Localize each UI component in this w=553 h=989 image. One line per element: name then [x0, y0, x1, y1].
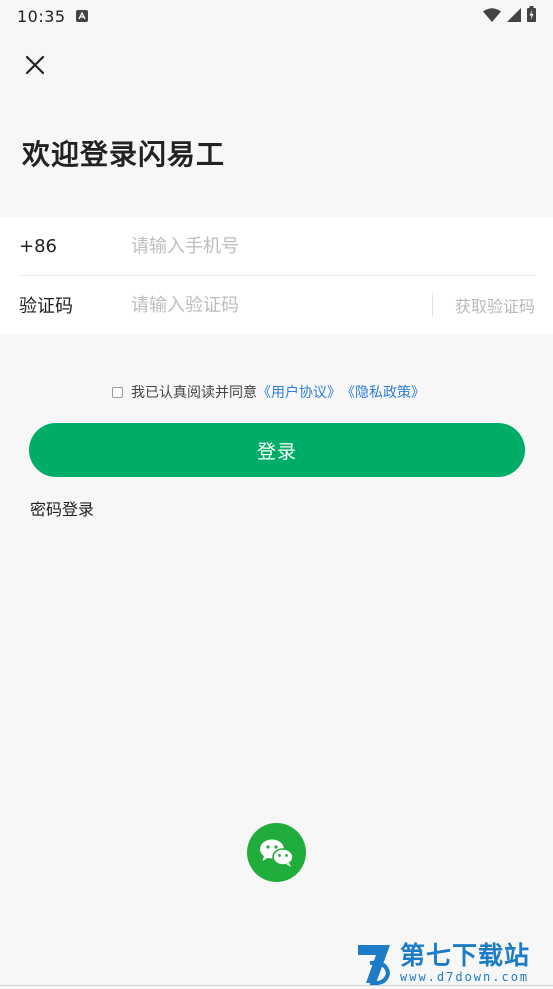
- status-bar: 10:35: [0, 0, 553, 32]
- wechat-icon: [259, 839, 294, 867]
- code-label: 验证码: [19, 296, 73, 317]
- bottom-divider: [0, 985, 553, 986]
- status-left: 10:35: [17, 7, 88, 26]
- close-icon: [25, 55, 45, 75]
- get-code-button[interactable]: 获取验证码: [455, 293, 535, 317]
- signal-icon: [507, 7, 521, 26]
- agreement-text: 我已认真阅读并同意: [131, 385, 257, 401]
- code-divider: [431, 293, 433, 317]
- code-row: 验证码 获取验证码: [19, 276, 535, 334]
- login-form: +86 验证码 获取验证码: [0, 217, 553, 334]
- wifi-icon: [483, 7, 501, 26]
- agreement-checkbox[interactable]: [112, 386, 123, 398]
- status-time: 10:35: [17, 6, 66, 26]
- phone-input[interactable]: [131, 235, 535, 257]
- phone-row: +86: [19, 217, 535, 276]
- status-right: [483, 6, 536, 26]
- watermark-name: 第七下载站: [400, 941, 531, 970]
- wechat-login-button[interactable]: [247, 823, 306, 882]
- code-input[interactable]: [131, 294, 432, 316]
- watermark: 第七下载站 www.d7down.com: [356, 938, 551, 988]
- password-login-link[interactable]: 密码登录: [30, 496, 94, 520]
- agreement-row: 我已认真阅读并同意 《用户协议》 《隐私政策》: [112, 382, 425, 402]
- close-button[interactable]: [20, 50, 50, 80]
- privacy-policy-link[interactable]: 《隐私政策》: [341, 382, 425, 402]
- watermark-url: www.d7down.com: [400, 970, 530, 984]
- d7-logo-icon: [358, 945, 391, 986]
- login-button[interactable]: 登录: [29, 423, 525, 477]
- battery-charging-icon: [527, 6, 536, 26]
- page-title: 欢迎登录闪易工: [22, 138, 226, 171]
- a-badge-icon: [75, 10, 88, 22]
- user-agreement-link[interactable]: 《用户协议》: [257, 382, 341, 402]
- country-code[interactable]: +86: [19, 236, 131, 257]
